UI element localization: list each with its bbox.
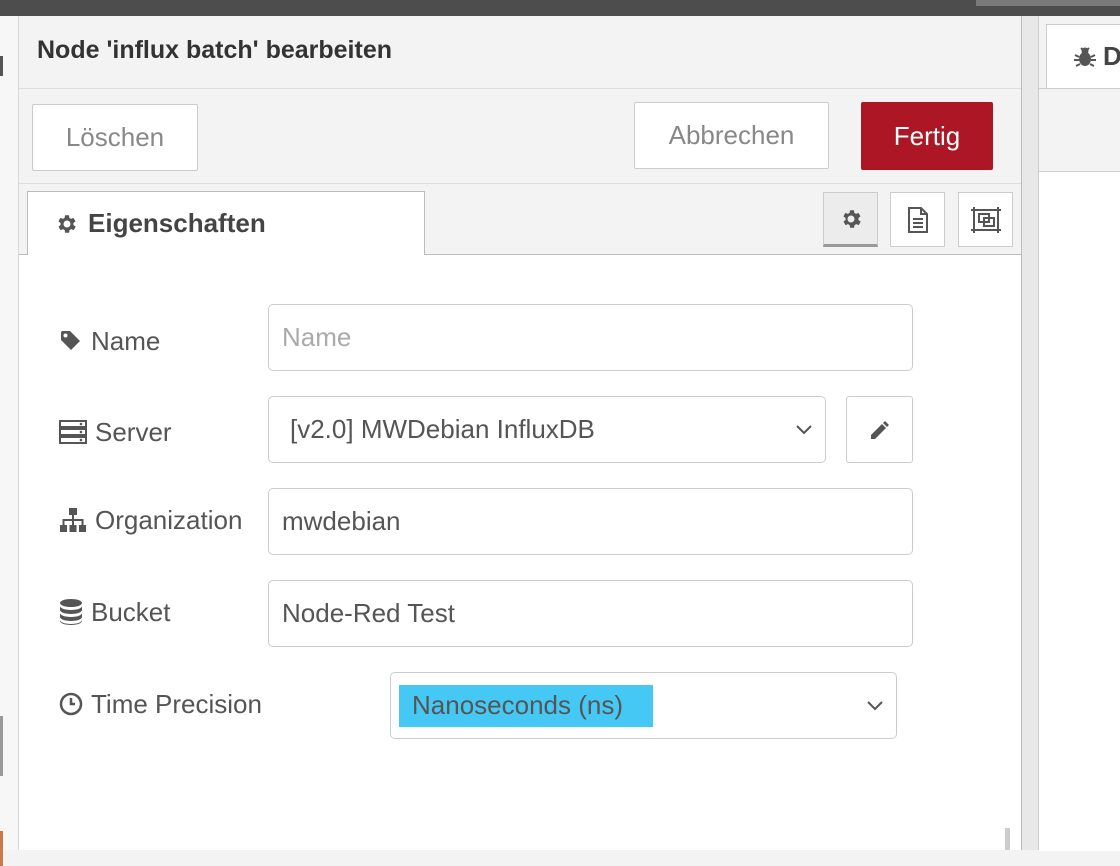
- server-label-text: Server: [95, 416, 172, 447]
- server-icon: [59, 420, 87, 444]
- chevron-down-icon: [867, 700, 883, 710]
- tray-toolbar: Löschen Abbrechen Fertig: [19, 89, 1021, 184]
- edit-node-tray: Node 'influx batch' bearbeiten Löschen A…: [19, 16, 1022, 850]
- time-precision-label: Time Precision: [59, 684, 262, 724]
- workspace-mark: [0, 716, 3, 776]
- document-icon: [907, 206, 928, 233]
- tab-settings-button[interactable]: [823, 192, 878, 247]
- server-selected-value: [v2.0] MWDebian InfluxDB: [290, 414, 595, 444]
- sitemap-icon: [60, 508, 86, 532]
- tab-description-button[interactable]: [890, 192, 945, 247]
- edit-server-button[interactable]: [846, 396, 913, 463]
- name-label-text: Name: [91, 325, 161, 356]
- name-placeholder: Name: [282, 322, 352, 352]
- name-input[interactable]: Name: [268, 304, 913, 371]
- organization-label-text: Organization: [95, 504, 243, 535]
- chevron-down-icon: [796, 424, 812, 434]
- cancel-button[interactable]: Abbrechen: [634, 102, 829, 169]
- sidebar-content: [1039, 171, 1120, 851]
- tab-appearance-button[interactable]: [958, 192, 1013, 247]
- sidebar-panel: D: [1022, 16, 1120, 851]
- tray-scrollbar[interactable]: [1005, 828, 1010, 850]
- sidebar-tab-line: [1039, 88, 1120, 89]
- tab-debug[interactable]: D: [1046, 24, 1120, 88]
- time-precision-label-text: Time Precision: [91, 688, 262, 719]
- organization-label: Organization: [59, 500, 242, 540]
- tag-icon: [61, 331, 80, 350]
- app-top-bar: [0, 0, 1120, 16]
- tab-debug-label: D: [1103, 41, 1120, 71]
- bug-icon: [1074, 46, 1096, 67]
- tab-properties[interactable]: Eigenschaften: [27, 191, 425, 255]
- tray-tabs: Eigenschaften: [19, 184, 1021, 255]
- server-select[interactable]: [v2.0] MWDebian InfluxDB: [268, 396, 826, 463]
- clock-icon: [59, 692, 83, 716]
- tray-title: Node 'influx batch' bearbeiten: [37, 36, 392, 64]
- name-label: Name: [59, 321, 160, 361]
- delete-button[interactable]: Löschen: [32, 104, 198, 171]
- bucket-input[interactable]: Node-Red Test: [268, 580, 913, 647]
- time-precision-select[interactable]: Nanoseconds (ns): [390, 672, 897, 739]
- done-button[interactable]: Fertig: [861, 102, 993, 170]
- workspace-mark: [0, 831, 3, 866]
- organization-input[interactable]: mwdebian: [268, 488, 913, 555]
- organization-value: mwdebian: [282, 506, 401, 536]
- pencil-icon: [870, 420, 889, 439]
- tab-properties-label: Eigenschaften: [88, 208, 266, 238]
- bucket-label-text: Bucket: [91, 596, 171, 627]
- gear-icon: [842, 209, 861, 228]
- time-precision-selected-value: Nanoseconds (ns): [399, 684, 653, 727]
- gear-icon: [58, 214, 76, 233]
- server-label: Server: [59, 412, 172, 452]
- bucket-value: Node-Red Test: [282, 598, 455, 628]
- top-bar-accent: [976, 0, 1120, 6]
- database-icon: [60, 599, 82, 625]
- tray-header: Node 'influx batch' bearbeiten: [19, 16, 1021, 89]
- sidebar-separator[interactable]: [1022, 16, 1039, 850]
- bucket-label: Bucket: [59, 592, 171, 632]
- workspace-mark: [0, 56, 3, 76]
- workspace-edge: [0, 16, 19, 866]
- frame-icon: [970, 206, 1001, 233]
